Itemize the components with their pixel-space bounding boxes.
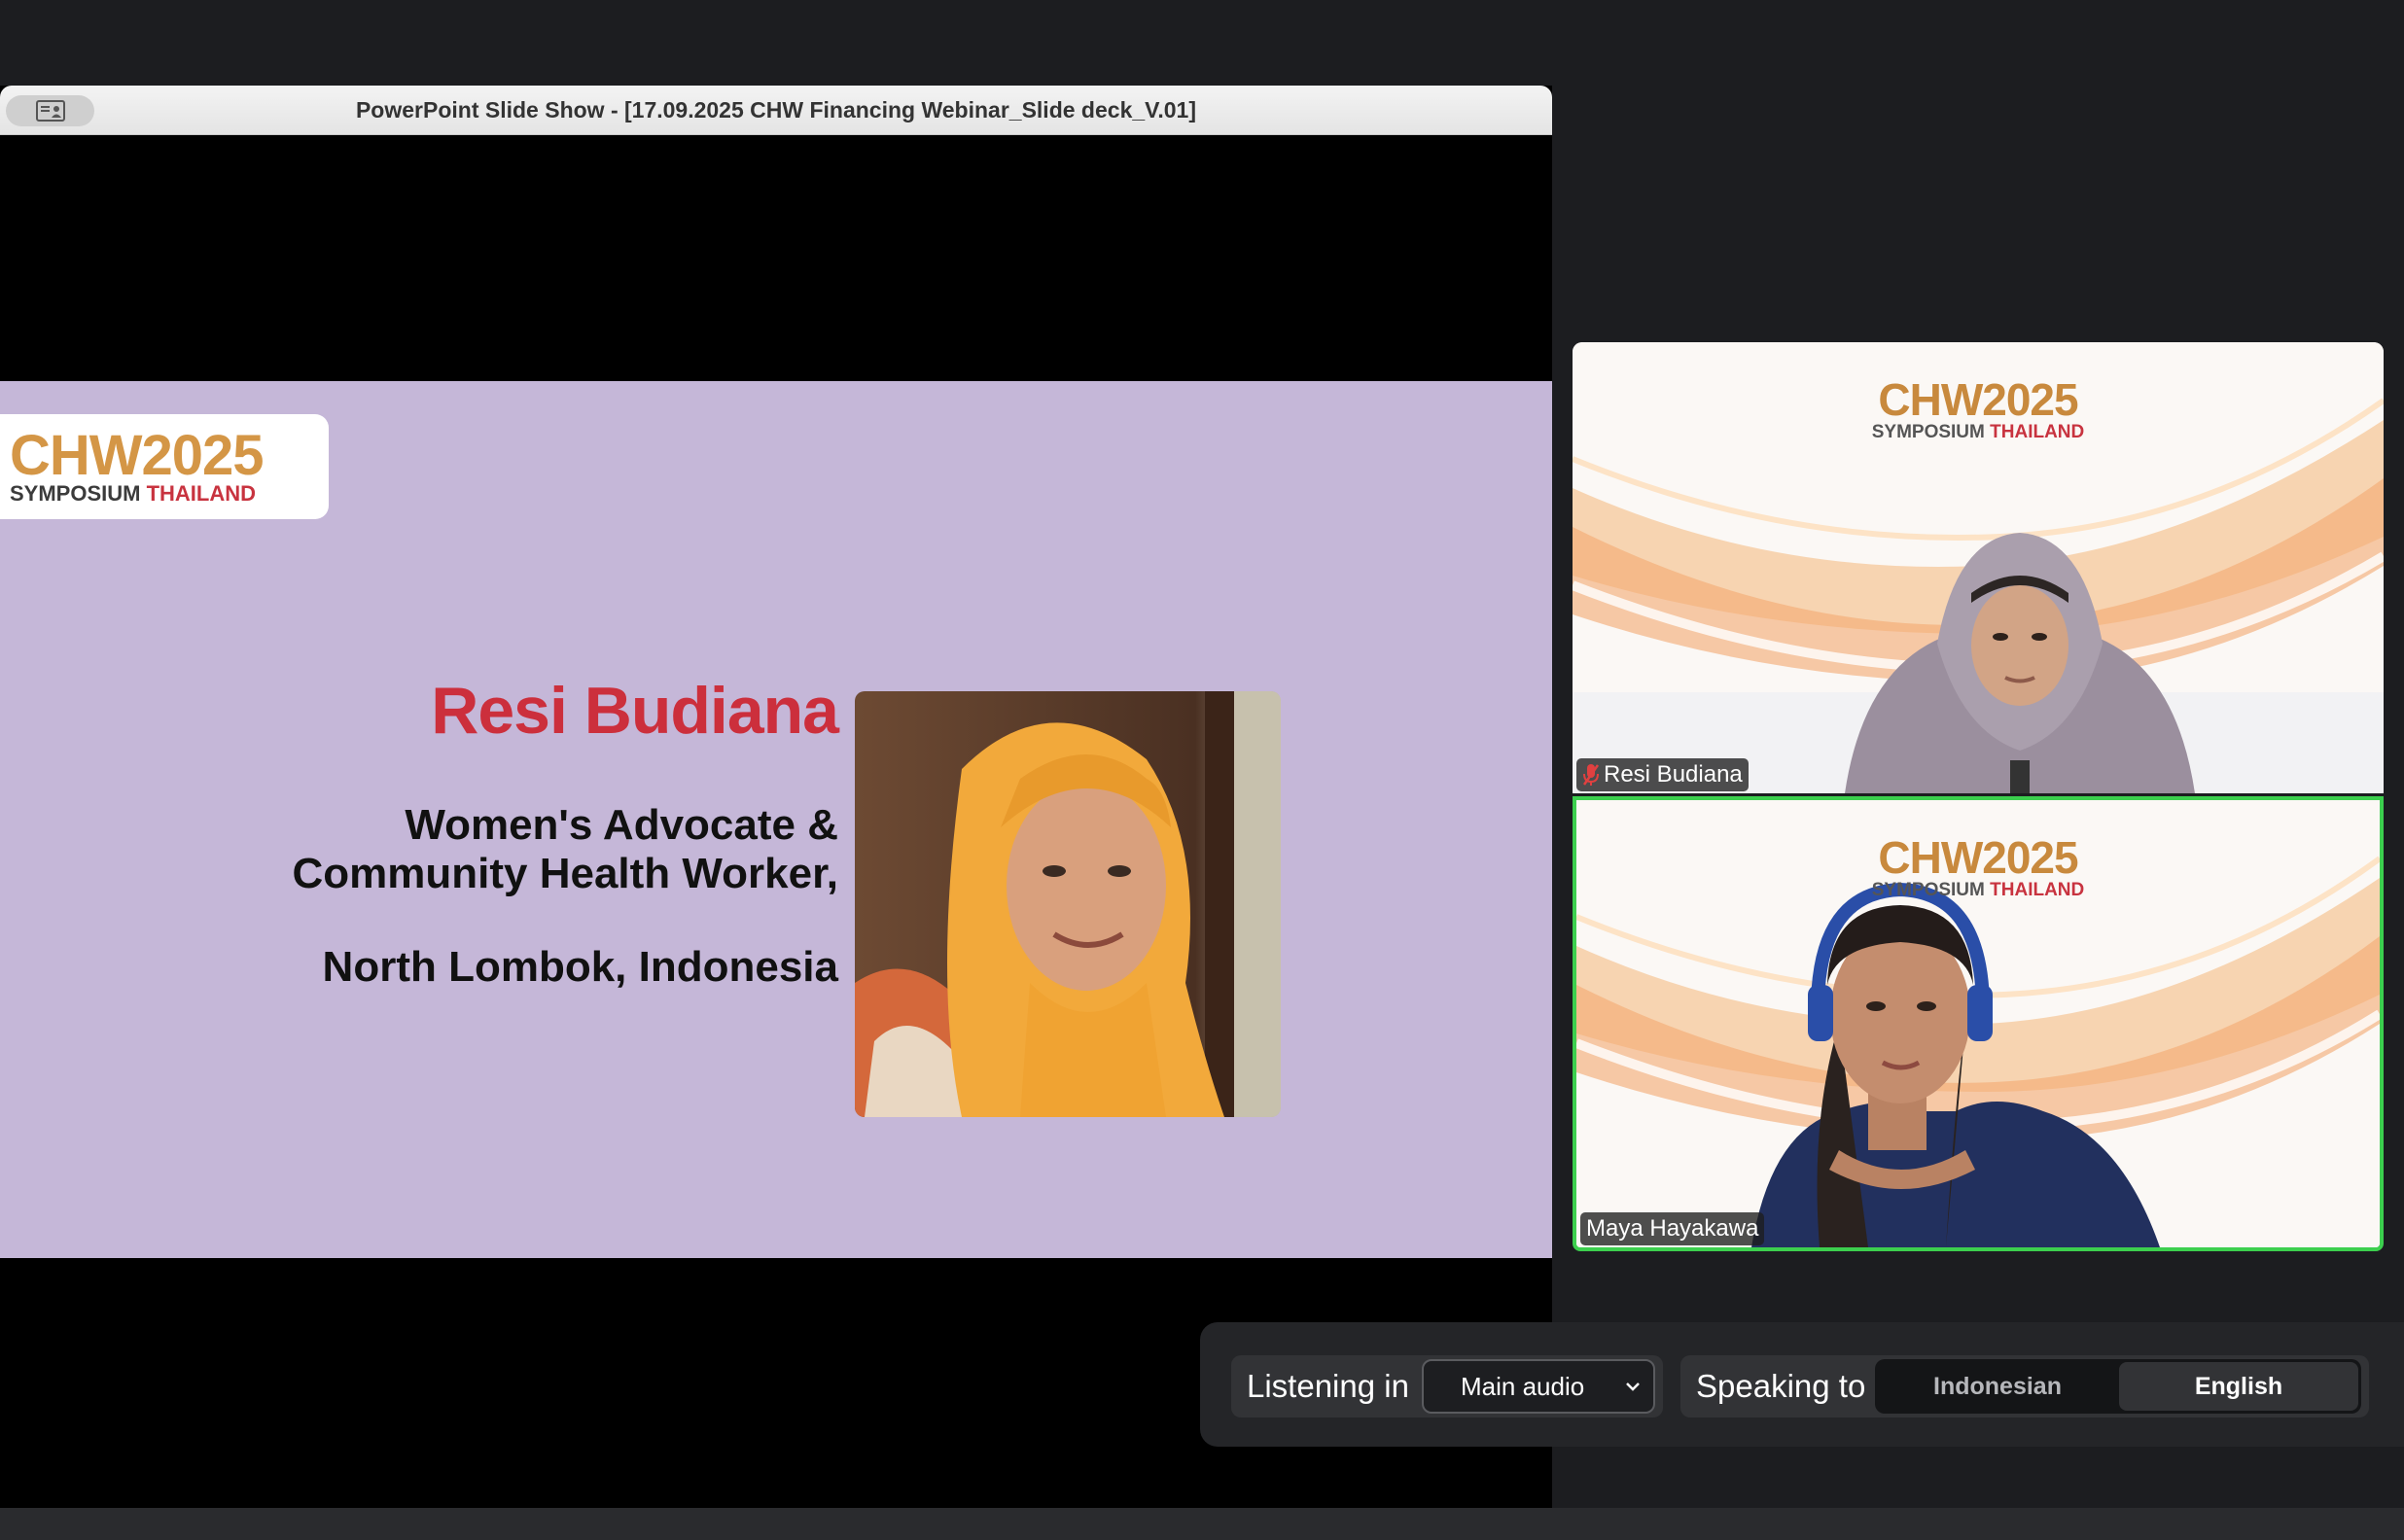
logo-text-thailand: THAILAND: [146, 481, 257, 506]
speaker-location: North Lombok, Indonesia: [322, 943, 838, 991]
logo-text-chw: CHW20: [10, 424, 203, 487]
tile-logo-sub-thailand: THAILAND: [1990, 422, 2085, 442]
speaking-to-label: Speaking to: [1696, 1368, 1866, 1404]
presentation-slide: CHW2025 SYMPOSIUM THAILAND Resi Budiana …: [0, 381, 1552, 1258]
audio-channel-value: Main audio: [1461, 1372, 1585, 1401]
tile-logo-sub-symposium: SYMPOSIUM: [1871, 880, 1991, 900]
tile-logo-sub-thailand: THAILAND: [1990, 880, 2085, 900]
language-option-english[interactable]: English: [2119, 1362, 2358, 1411]
speaking-language-toggle: Indonesian English: [1875, 1359, 2361, 1414]
participant-tile[interactable]: CHW2025 SYMPOSIUM THAILAND Resi Budiana: [1573, 342, 2384, 793]
participant-name-label: Resi Budiana: [1576, 758, 1749, 791]
speaker-photo: [855, 691, 1281, 1117]
tile-symposium-logo: CHW2025 SYMPOSIUM THAILAND: [1576, 835, 2380, 901]
participant-name-label: Maya Hayakawa: [1580, 1212, 1765, 1245]
chevron-down-icon: [1626, 1382, 1640, 1391]
mic-muted-icon: [1582, 764, 1600, 786]
tile-logo-main: CHW2025: [1878, 374, 2078, 425]
tile-logo-sub-symposium: SYMPOSIUM: [1871, 422, 1991, 442]
participant-name: Resi Budiana: [1604, 761, 1743, 788]
participant-tile-active-speaker[interactable]: CHW2025 SYMPOSIUM THAILAND Maya Hayakawa: [1573, 796, 2384, 1251]
speaker-role: Women's Advocate & Community Health Work…: [292, 801, 838, 898]
symposium-logo: CHW2025 SYMPOSIUM THAILAND: [0, 414, 329, 519]
speaking-to-group: Speaking to Indonesian English: [1680, 1355, 2369, 1418]
speaker-role-line1: Women's Advocate &: [405, 801, 838, 849]
speaker-name-heading: Resi Budiana: [431, 674, 839, 748]
speaker-role-line2: Community Health Worker,: [292, 850, 838, 897]
interpretation-toolbar: Listening in Main audio Speaking to Indo…: [1200, 1322, 2404, 1447]
tile-logo-main: CHW2025: [1878, 832, 2078, 883]
tile-symposium-logo: CHW2025 SYMPOSIUM THAILAND: [1573, 377, 2384, 443]
shared-screen: PowerPoint Slide Show - [17.09.2025 CHW …: [0, 86, 1552, 1508]
logo-text-year: 25: [202, 424, 265, 487]
logo-text-symposium: SYMPOSIUM: [10, 481, 147, 506]
listening-in-group: Listening in Main audio: [1231, 1355, 1663, 1418]
audio-channel-select[interactable]: Main audio: [1422, 1359, 1655, 1414]
bottom-strip: [0, 1508, 2404, 1540]
participant-name: Maya Hayakawa: [1586, 1215, 1759, 1242]
language-option-indonesian[interactable]: Indonesian: [1878, 1362, 2117, 1411]
share-window-title: PowerPoint Slide Show - [17.09.2025 CHW …: [355, 97, 1197, 122]
share-titlebar: PowerPoint Slide Show - [17.09.2025 CHW …: [0, 86, 1552, 135]
listening-in-label: Listening in: [1247, 1368, 1409, 1404]
